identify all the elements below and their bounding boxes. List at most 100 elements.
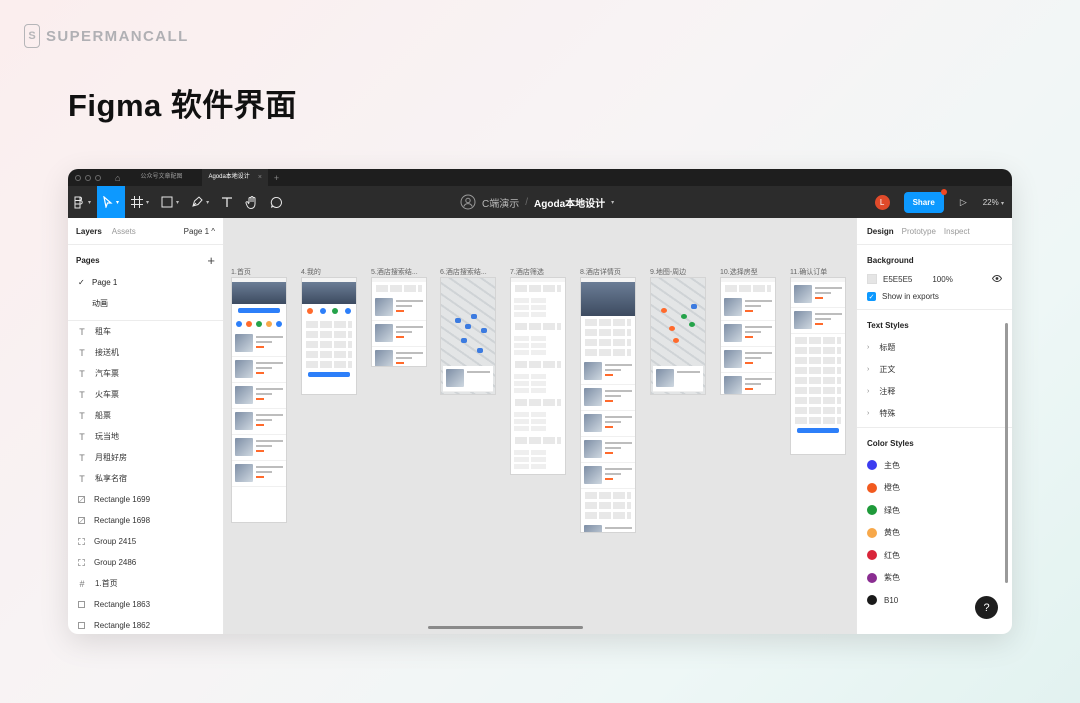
mock-status-bar	[511, 278, 565, 282]
page-item[interactable]: 动画	[68, 293, 223, 314]
background-hex[interactable]: E5E5E5	[883, 275, 912, 284]
frame-label[interactable]: 4.我的	[301, 267, 321, 277]
window-controls[interactable]	[75, 174, 101, 181]
mock-thumbnail	[584, 388, 602, 406]
frame-label[interactable]: 11.确认订单	[790, 267, 827, 277]
tab-bar: ⌂ 公众号文章配图 Agoda本地设计 × +	[68, 169, 1012, 186]
comment-icon[interactable]	[264, 186, 289, 218]
frame-map2[interactable]	[650, 277, 706, 395]
layer-item[interactable]: Rectangle 1698	[68, 510, 223, 531]
present-icon[interactable]: ▷	[960, 197, 967, 208]
home-icon[interactable]: ⌂	[115, 173, 120, 183]
frame-order[interactable]	[790, 277, 846, 455]
add-page-icon[interactable]: +	[207, 253, 215, 268]
frame-label[interactable]: 7.酒店筛选	[510, 267, 544, 277]
zoom-menu[interactable]: 22% ▾	[983, 198, 1004, 207]
background-opacity[interactable]: 100%	[932, 275, 952, 284]
frame-label[interactable]: 5.酒店搜索结...	[371, 267, 418, 277]
hand-icon[interactable]	[239, 186, 264, 218]
show-in-exports-checkbox[interactable]: ✓	[867, 292, 876, 301]
tab-prototype[interactable]: Prototype	[902, 227, 936, 236]
tab-design[interactable]: Design	[867, 227, 894, 236]
color-style-item[interactable]: 主色	[857, 454, 1012, 477]
mock-row	[306, 321, 352, 328]
frame-rooms[interactable]	[720, 277, 776, 395]
mock-row	[795, 357, 841, 364]
frame-profile[interactable]	[301, 277, 357, 395]
frame-home[interactable]	[231, 277, 287, 523]
text-style-item[interactable]: › 注释	[857, 380, 1012, 402]
text-layer-icon: T	[79, 410, 85, 421]
file-name[interactable]: Agoda本地设计	[534, 195, 605, 210]
text-style-item[interactable]: › 标题	[857, 336, 1012, 358]
text-style-item[interactable]: › 特殊	[857, 402, 1012, 424]
frame-map[interactable]	[440, 277, 496, 395]
color-style-item[interactable]: 红色	[857, 544, 1012, 567]
frame-list[interactable]	[371, 277, 427, 367]
text-icon[interactable]	[215, 186, 239, 218]
add-tab-icon[interactable]: +	[274, 173, 279, 183]
color-style-item[interactable]: 橙色	[857, 477, 1012, 500]
close-icon[interactable]: ×	[258, 169, 262, 186]
layer-item[interactable]: Rectangle 1699	[68, 489, 223, 510]
project-name[interactable]: C端演示	[482, 195, 519, 210]
text-style-item[interactable]: › 正文	[857, 358, 1012, 380]
layer-item[interactable]: T 月租好房	[68, 447, 223, 468]
layer-item[interactable]: T 私享名宿	[68, 468, 223, 489]
tab-assets[interactable]: Assets	[112, 227, 136, 236]
mock-text	[256, 334, 283, 353]
layer-label: 1.首页	[95, 579, 118, 588]
frame-label[interactable]: 1.首页	[231, 267, 251, 277]
frame-icon[interactable]: ▾	[125, 186, 155, 218]
mock-button	[797, 428, 839, 433]
layer-item[interactable]: T 船票	[68, 405, 223, 426]
layer-item[interactable]: T 租车	[68, 321, 223, 342]
frame-detail[interactable]	[580, 277, 636, 533]
layer-item[interactable]: Rectangle 1862	[68, 615, 223, 634]
frame-label[interactable]: 10.选择房型	[720, 267, 758, 277]
layer-item[interactable]: T 汽车票	[68, 363, 223, 384]
background-title: Background	[867, 256, 914, 265]
layer-item[interactable]: #1.首页	[68, 573, 223, 594]
layer-item[interactable]: Group 2415	[68, 531, 223, 552]
frame-label[interactable]: 8.酒店详情页	[580, 267, 621, 277]
mock-thumbnail	[584, 362, 602, 380]
layer-item[interactable]: Group 2486	[68, 552, 223, 573]
layer-item[interactable]: T 玩当地	[68, 426, 223, 447]
move-icon[interactable]: ▾	[97, 186, 126, 218]
color-style-label: 橙色	[884, 483, 900, 493]
tab-layers[interactable]: Layers	[76, 227, 102, 236]
map-pin-icon	[689, 322, 695, 327]
avatar[interactable]: L	[874, 194, 890, 210]
color-style-item[interactable]: 黄色	[857, 522, 1012, 545]
page-selector[interactable]: Page 1 ^	[184, 227, 215, 236]
main-menu-icon[interactable]: ▾	[68, 186, 97, 218]
chevron-down-icon[interactable]: ▾	[611, 199, 614, 206]
page-item[interactable]: ✓ Page 1	[68, 272, 223, 293]
layer-item[interactable]: Rectangle 1863	[68, 594, 223, 615]
layer-item[interactable]: T 接送机	[68, 342, 223, 363]
tab-file-1[interactable]: 公众号文章配图	[134, 169, 188, 186]
shape-icon[interactable]: ▾	[155, 186, 185, 218]
mock-row	[795, 337, 841, 344]
text-layer-icon: T	[79, 452, 85, 463]
vertical-scrollbar[interactable]	[1005, 323, 1008, 583]
frame-label[interactable]: 9.地图-周边	[650, 267, 686, 277]
color-style-item[interactable]: 绿色	[857, 499, 1012, 522]
mock-row	[795, 407, 841, 414]
share-button[interactable]: Share	[903, 188, 947, 213]
layer-item[interactable]: T 火车票	[68, 384, 223, 405]
tab-file-2[interactable]: Agoda本地设计 ×	[202, 169, 268, 186]
canvas[interactable]: 1.首页 4.我的 5.酒店搜索结... 6.酒店搜索结... 7.酒店筛选 8.酒店详情…	[224, 218, 856, 634]
help-button[interactable]: ?	[975, 596, 998, 619]
frame-label[interactable]: 6.酒店搜索结...	[440, 267, 487, 277]
eye-icon[interactable]	[991, 274, 1003, 284]
horizontal-scrollbar[interactable]	[428, 626, 583, 629]
mock-text	[815, 285, 842, 304]
color-style-item[interactable]: 紫色	[857, 567, 1012, 590]
tab-inspect[interactable]: Inspect	[944, 227, 970, 236]
frame-filter[interactable]	[510, 277, 566, 475]
pen-icon[interactable]: ▾	[185, 186, 215, 218]
background-swatch[interactable]	[867, 274, 877, 284]
mock-card	[443, 366, 493, 392]
